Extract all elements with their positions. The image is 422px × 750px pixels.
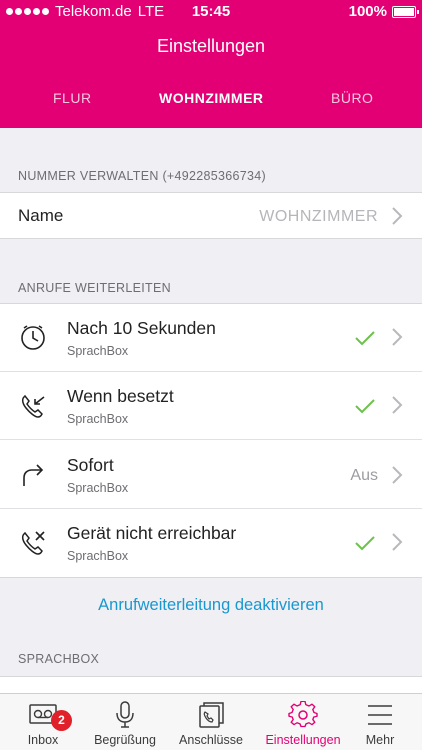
name-value: WOHNZIMMER	[259, 208, 378, 225]
status-right: 100%	[348, 3, 419, 20]
chevron-right-icon	[390, 465, 404, 485]
tab-wohnzimmer[interactable]: WOHNZIMMER	[159, 90, 264, 106]
check-icon	[354, 534, 376, 552]
gear-icon	[288, 700, 318, 729]
forward-row-unreachable[interactable]: Gerät nicht erreichbar SprachBox	[0, 509, 422, 577]
forward-row-subtitle: SprachBox	[67, 549, 129, 563]
forward-row-title: Sofort	[67, 455, 114, 475]
forward-row-subtitle: SprachBox	[67, 481, 129, 495]
forward-row-10-seconds[interactable]: Nach 10 Sekunden SprachBox	[0, 304, 422, 372]
microphone-icon	[110, 701, 140, 729]
battery-percent: 100%	[348, 3, 387, 20]
chevron-right-icon	[390, 327, 404, 347]
tabbar-label: Mehr	[365, 733, 395, 747]
tabbar-item-inbox[interactable]: 2 Inbox	[1, 694, 85, 750]
deactivate-forwarding-link[interactable]: Anrufweiterleitung deaktivieren	[0, 596, 422, 615]
status-bar: Telekom.de LTE 15:45 100%	[0, 0, 422, 22]
tabbar-label: Begrüßung	[94, 733, 156, 747]
tab-flur[interactable]: FLUR	[53, 90, 92, 106]
page-title: Einstellungen	[156, 36, 266, 56]
tabbar-label: Anschlüsse	[179, 733, 243, 747]
section-label-forward: ANRUFE WEITERLEITEN	[18, 281, 171, 295]
forward-state-text: Aus	[350, 467, 378, 484]
forward-row-immediate[interactable]: Sofort SprachBox Aus	[0, 440, 422, 509]
bottom-tab-bar: 2 Inbox Begrüßung Anschlüsse Einstellung…	[0, 693, 422, 750]
menu-icon	[365, 701, 395, 729]
tabbar-item-mehr[interactable]: Mehr	[338, 694, 422, 750]
forward-row-subtitle: SprachBox	[67, 344, 129, 358]
room-tabs: FLUR WOHNZIMMER BÜRO	[0, 90, 422, 112]
phone-unreachable-icon	[18, 528, 48, 558]
battery-icon	[392, 5, 419, 18]
tabbar-item-begruessung[interactable]: Begrüßung	[83, 694, 167, 750]
chevron-right-icon	[390, 395, 404, 415]
forward-row-busy[interactable]: Wenn besetzt SprachBox	[0, 372, 422, 440]
forward-row-title: Gerät nicht erreichbar	[67, 523, 237, 543]
forward-row-title: Wenn besetzt	[67, 386, 174, 406]
check-icon	[354, 329, 376, 347]
chevron-right-icon	[390, 532, 404, 552]
check-icon	[354, 397, 376, 415]
name-group: Name WOHNZIMMER	[0, 192, 422, 239]
section-label-number: NUMMER VERWALTEN (+492285366734)	[18, 169, 267, 183]
tabbar-label: Inbox	[27, 733, 59, 747]
forward-arrow-icon	[18, 460, 48, 490]
app-header: Telekom.de LTE 15:45 100% Einstellungen …	[0, 0, 422, 128]
tabbar-item-einstellungen[interactable]: Einstellungen	[261, 694, 345, 750]
forward-group: Nach 10 Sekunden SprachBox Wenn besetzt …	[0, 303, 422, 578]
tabbar-item-anschluesse[interactable]: Anschlüsse	[169, 694, 253, 750]
name-row[interactable]: Name WOHNZIMMER	[0, 193, 422, 239]
clock-icon	[18, 323, 48, 353]
tab-buero[interactable]: BÜRO	[331, 90, 373, 106]
forward-row-title: Nach 10 Sekunden	[67, 318, 216, 338]
phone-busy-icon	[18, 391, 48, 421]
section-label-sprachbox: SPRACHBOX	[18, 652, 100, 666]
chevron-right-icon	[390, 206, 404, 226]
phones-icon	[196, 701, 226, 729]
inbox-badge: 2	[51, 710, 72, 731]
forward-row-subtitle: SprachBox	[67, 412, 129, 426]
name-label: Name	[18, 206, 64, 225]
tabbar-label: Einstellungen	[265, 733, 341, 747]
